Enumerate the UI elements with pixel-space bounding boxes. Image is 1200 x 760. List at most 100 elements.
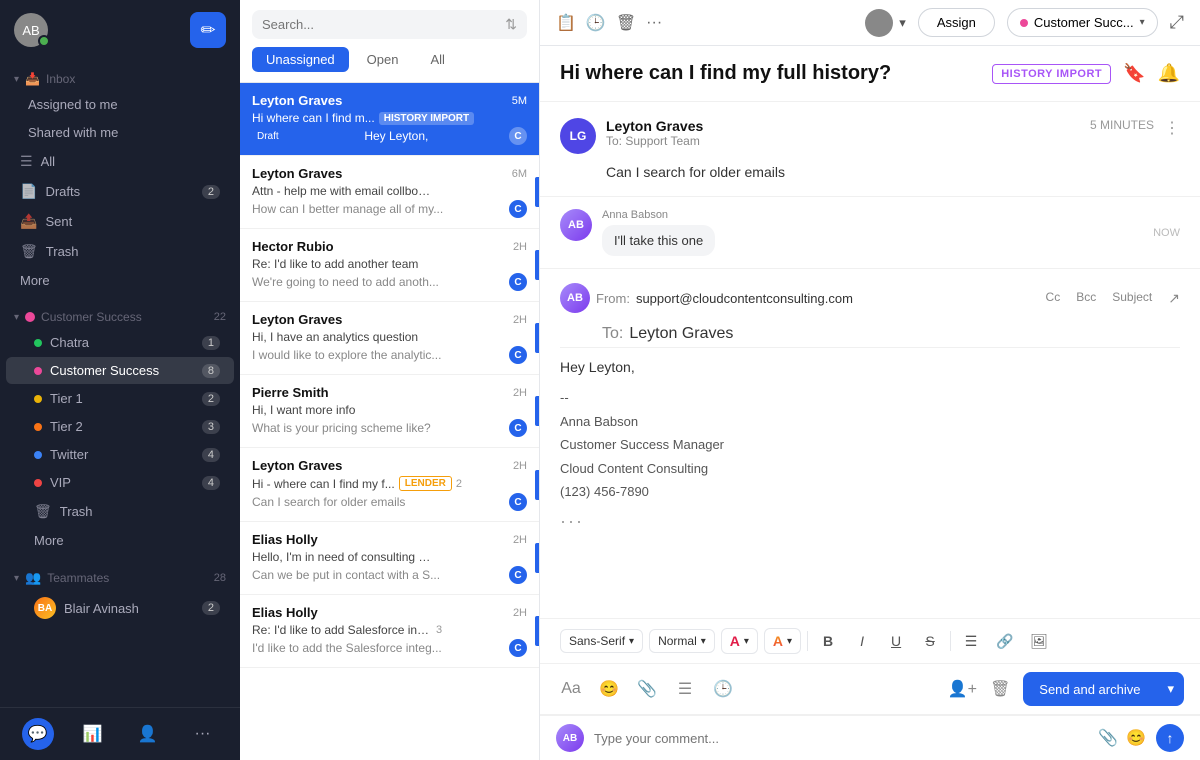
tab-unassigned[interactable]: Unassigned bbox=[252, 47, 349, 72]
tab-all[interactable]: All bbox=[416, 47, 458, 72]
send-caret-icon[interactable]: ▾ bbox=[1157, 672, 1184, 706]
list-button[interactable]: ☰ bbox=[957, 627, 985, 655]
add-participant-icon[interactable]: 👤+ bbox=[947, 674, 977, 704]
sidebar-item-drafts[interactable]: 📄 Drafts 2 bbox=[6, 177, 234, 206]
bell-icon[interactable]: 🔔 bbox=[1158, 63, 1180, 84]
conv-badge: C bbox=[509, 346, 527, 364]
conversation-item[interactable]: Leyton Graves 5M Hi where can I find m..… bbox=[240, 83, 539, 156]
comment-emoji-icon[interactable]: 😊 bbox=[1126, 728, 1146, 748]
more-top-label: More bbox=[20, 273, 50, 288]
conv-time: 2H bbox=[513, 534, 527, 546]
strikethrough-button[interactable]: S bbox=[916, 627, 944, 655]
user-avatar-wrapper[interactable]: AB bbox=[14, 13, 48, 47]
sort-icon[interactable]: ⇅ bbox=[505, 16, 517, 33]
subject-btn[interactable]: Subject bbox=[1112, 290, 1152, 307]
bottom-chat-icon[interactable]: 💬 bbox=[22, 718, 54, 750]
sidebar-item-trash-top[interactable]: 🗑 Trash bbox=[6, 237, 234, 266]
conversation-item[interactable]: Leyton Graves 6M Attn - help me with ema… bbox=[240, 156, 539, 229]
font-size-select[interactable]: Normal ▾ bbox=[649, 629, 715, 653]
expand-icon[interactable]: ⤢ bbox=[1170, 12, 1184, 33]
greeting-line: Hey Leyton, bbox=[560, 356, 1180, 378]
team-button[interactable]: Customer Succ... ▾ bbox=[1007, 8, 1158, 37]
conv-name: Leyton Graves bbox=[252, 93, 342, 108]
conversation-item[interactable]: Leyton Graves 2H Hi, I have an analytics… bbox=[240, 302, 539, 375]
comment-input[interactable] bbox=[594, 731, 1088, 746]
link-button[interactable]: 🔗 bbox=[991, 627, 1019, 655]
cc-btn[interactable]: Cc bbox=[1046, 290, 1061, 307]
reply-body[interactable]: Hey Leyton, -- Anna Babson Customer Succ… bbox=[560, 348, 1180, 511]
trash-top-label: Trash bbox=[46, 244, 79, 259]
right-header-icons: 📋 🕒 🗑 ··· bbox=[556, 13, 662, 33]
conversation-item[interactable]: Hector Rubio 2H Re: I'd like to add anot… bbox=[240, 229, 539, 302]
inbox-label: Inbox bbox=[46, 72, 75, 86]
comment-send-button[interactable]: ↑ bbox=[1156, 724, 1184, 752]
customer-success-section-header[interactable]: ▾ Customer Success 22 bbox=[0, 302, 240, 328]
sidebar-item-vip[interactable]: VIP4 bbox=[6, 469, 234, 496]
assign-button[interactable]: Assign bbox=[918, 8, 995, 37]
comment-attachment-icon[interactable]: 📎 bbox=[1098, 728, 1118, 748]
sidebar-item-assigned-to-me[interactable]: Assigned to me bbox=[14, 91, 234, 118]
conversation-item[interactable]: Pierre Smith 2H Hi, I want more info Wha… bbox=[240, 375, 539, 448]
highlight-select[interactable]: A ▾ bbox=[764, 628, 801, 654]
header-clipboard-icon[interactable]: 📋 bbox=[556, 13, 576, 33]
unread-indicator bbox=[535, 323, 539, 353]
reply-ellipsis[interactable]: ··· bbox=[560, 511, 1180, 532]
sidebar-item-tier-1[interactable]: Tier 12 bbox=[6, 385, 234, 412]
conv-name: Leyton Graves bbox=[252, 458, 342, 473]
tab-open[interactable]: Open bbox=[353, 47, 413, 72]
italic-button[interactable]: I bbox=[848, 627, 876, 655]
conversation-title: Hi where can I find my full history? bbox=[560, 62, 980, 85]
underline-button[interactable]: U bbox=[882, 627, 910, 655]
sidebar-item-teammate-blair-avinash[interactable]: BABlair Avinash2 bbox=[6, 591, 234, 625]
inbox-header[interactable]: ▾ 📥 Inbox bbox=[0, 64, 240, 90]
bottom-more-icon[interactable]: ··· bbox=[187, 718, 219, 750]
sidebar-item-more-top[interactable]: More bbox=[6, 267, 234, 294]
teammates-section-header[interactable]: ▾ 👥 Teammates 28 bbox=[0, 562, 240, 590]
agent-selector[interactable]: ▾ bbox=[865, 9, 906, 37]
reply-from: AB From: support@cloudcontentconsulting.… bbox=[560, 283, 1036, 313]
tm-count: 28 bbox=[214, 572, 226, 584]
highlight-chevron: ▾ bbox=[787, 636, 792, 647]
emoji-icon[interactable]: 😊 bbox=[594, 674, 624, 704]
sidebar-item-shared-with-me[interactable]: Shared with me bbox=[14, 119, 234, 146]
sidebar-item-all[interactable]: ☰ All bbox=[6, 147, 234, 176]
search-input[interactable] bbox=[262, 17, 497, 32]
font-family-select[interactable]: Sans-Serif ▾ bbox=[560, 629, 643, 653]
send-archive-button[interactable]: Send and archive ▾ bbox=[1023, 672, 1184, 706]
header-more-icon[interactable]: ··· bbox=[646, 14, 662, 32]
text-color-select[interactable]: A ▾ bbox=[721, 628, 758, 654]
conversation-item[interactable]: Leyton Graves 2H Hi - where can I find m… bbox=[240, 448, 539, 522]
sidebar-item-tier-2[interactable]: Tier 23 bbox=[6, 413, 234, 440]
bottom-stats-icon[interactable]: 📊 bbox=[77, 718, 109, 750]
sidebar-item-trash-cs[interactable]: 🗑 Trash bbox=[6, 497, 234, 526]
conversation-item[interactable]: Elias Holly 2H Hello, I'm in need of con… bbox=[240, 522, 539, 595]
team-label: Customer Succ... bbox=[1034, 15, 1134, 30]
sidebar-item-more-cs[interactable]: More bbox=[6, 527, 234, 554]
attachment-icon[interactable]: 📎 bbox=[632, 674, 662, 704]
sidebar-item-customer-success[interactable]: Customer Success8 bbox=[6, 357, 234, 384]
compose-button[interactable]: ✏ bbox=[190, 12, 226, 48]
conversation-item[interactable]: Elias Holly 2H Re: I'd like to add Sales… bbox=[240, 595, 539, 668]
conv-time: 6M bbox=[512, 168, 527, 180]
conversation-body: LG Leyton Graves To: Support Team 5 MINU… bbox=[540, 102, 1200, 618]
delete-draft-icon[interactable]: 🗑 bbox=[985, 674, 1015, 704]
template-icon[interactable]: ☰ bbox=[670, 674, 700, 704]
sent-icon: 📤 bbox=[20, 213, 37, 230]
conv-preview: Hey Leyton, bbox=[364, 129, 428, 143]
bookmark-icon[interactable]: 🔖 bbox=[1123, 63, 1145, 84]
bcc-btn[interactable]: Bcc bbox=[1076, 290, 1096, 307]
header-clock-icon[interactable]: 🕒 bbox=[586, 13, 606, 33]
schedule-icon[interactable]: 🕒 bbox=[708, 674, 738, 704]
image-button[interactable]: 🖼 bbox=[1025, 627, 1053, 655]
msg-more-icon[interactable]: ⋮ bbox=[1164, 118, 1180, 138]
sidebar-item-sent[interactable]: 📤 Sent bbox=[6, 207, 234, 236]
header-trash-icon[interactable]: 🗑 bbox=[616, 13, 636, 33]
assigned-to-me-label: Assigned to me bbox=[28, 97, 118, 112]
external-link-icon[interactable]: ↗ bbox=[1168, 290, 1180, 307]
bottom-profile-icon[interactable]: 👤 bbox=[132, 718, 164, 750]
bold-button[interactable]: B bbox=[814, 627, 842, 655]
conv-preview: We're going to need to add anoth... bbox=[252, 275, 439, 289]
text-format-icon[interactable]: Aa bbox=[556, 674, 586, 704]
sidebar-item-twitter[interactable]: Twitter4 bbox=[6, 441, 234, 468]
sidebar-item-chatra[interactable]: Chatra1 bbox=[6, 329, 234, 356]
